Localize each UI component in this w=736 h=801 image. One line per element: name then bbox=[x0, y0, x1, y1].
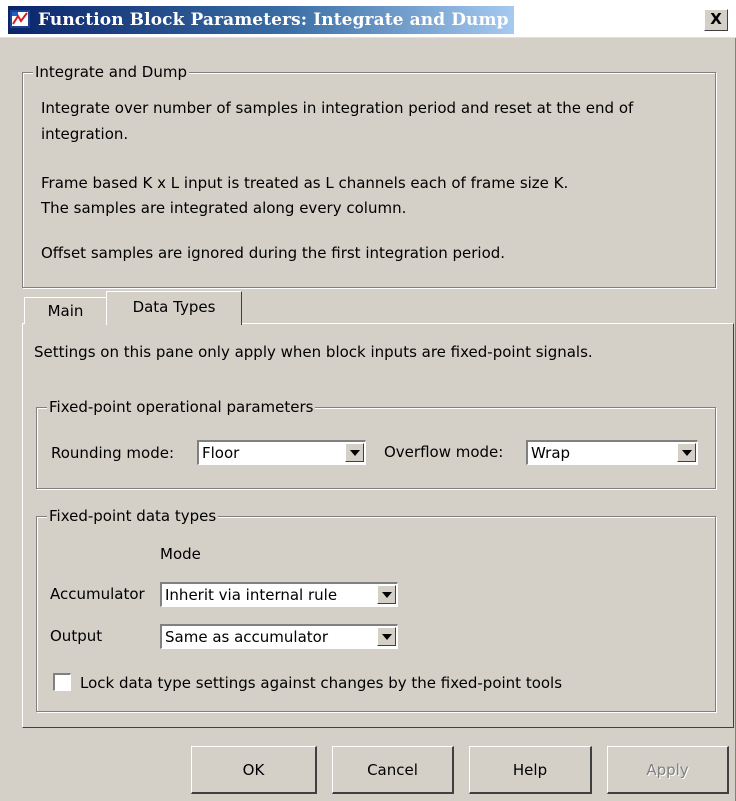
lock-data-types-label[interactable]: Lock data type settings against changes … bbox=[80, 674, 562, 692]
rounding-mode-select[interactable]: Floor bbox=[197, 440, 366, 465]
apply-button[interactable]: Apply bbox=[607, 746, 729, 794]
description-group-title: Integrate and Dump bbox=[33, 63, 189, 81]
overflow-mode-value: Wrap bbox=[531, 444, 571, 462]
operational-parameters-title: Fixed-point operational parameters bbox=[47, 398, 316, 416]
rounding-mode-value: Floor bbox=[202, 444, 240, 462]
overflow-mode-select[interactable]: Wrap bbox=[526, 440, 698, 465]
overflow-mode-label: Overflow mode: bbox=[384, 443, 504, 461]
description-line: The samples are integrated along every c… bbox=[41, 199, 407, 217]
tab-main-label: Main bbox=[47, 302, 84, 320]
tab-data-types-label: Data Types bbox=[132, 298, 216, 316]
window-title: Function Block Parameters: Integrate and… bbox=[38, 10, 509, 30]
description-line: Offset samples are ignored during the fi… bbox=[41, 244, 506, 262]
help-button[interactable]: Help bbox=[469, 746, 592, 794]
output-label: Output bbox=[50, 627, 103, 645]
mode-column-header: Mode bbox=[160, 545, 201, 563]
cancel-button[interactable]: Cancel bbox=[332, 746, 454, 794]
chevron-down-icon[interactable] bbox=[677, 443, 696, 462]
output-mode-value: Same as accumulator bbox=[165, 628, 328, 646]
output-mode-select[interactable]: Same as accumulator bbox=[160, 624, 398, 649]
title-bar[interactable]: Function Block Parameters: Integrate and… bbox=[0, 0, 736, 38]
description-line: integration. bbox=[41, 125, 129, 143]
dialog-window: Function Block Parameters: Integrate and… bbox=[0, 0, 736, 801]
accumulator-mode-select[interactable]: Inherit via internal rule bbox=[160, 582, 398, 607]
chevron-down-icon[interactable] bbox=[377, 585, 396, 604]
data-types-intro: Settings on this pane only apply when bl… bbox=[34, 343, 593, 361]
chevron-down-icon[interactable] bbox=[345, 443, 364, 462]
accumulator-label: Accumulator bbox=[50, 585, 145, 603]
description-line: Integrate over number of samples in inte… bbox=[41, 99, 634, 117]
tab-data-types[interactable]: Data Types bbox=[106, 291, 242, 325]
ok-button[interactable]: OK bbox=[191, 746, 317, 794]
description-group: Integrate and Dump Integrate over number… bbox=[22, 63, 716, 288]
close-icon: X bbox=[710, 10, 722, 28]
description-line: Frame based K x L input is treated as L … bbox=[41, 174, 569, 192]
chevron-down-icon[interactable] bbox=[377, 627, 396, 646]
close-button[interactable]: X bbox=[704, 9, 728, 31]
accumulator-mode-value: Inherit via internal rule bbox=[165, 586, 338, 604]
block-icon bbox=[10, 10, 30, 28]
data-types-group-title: Fixed-point data types bbox=[47, 507, 219, 525]
rounding-mode-label: Rounding mode: bbox=[51, 444, 175, 462]
tab-main[interactable]: Main bbox=[24, 297, 107, 324]
lock-data-types-checkbox[interactable] bbox=[53, 673, 71, 691]
